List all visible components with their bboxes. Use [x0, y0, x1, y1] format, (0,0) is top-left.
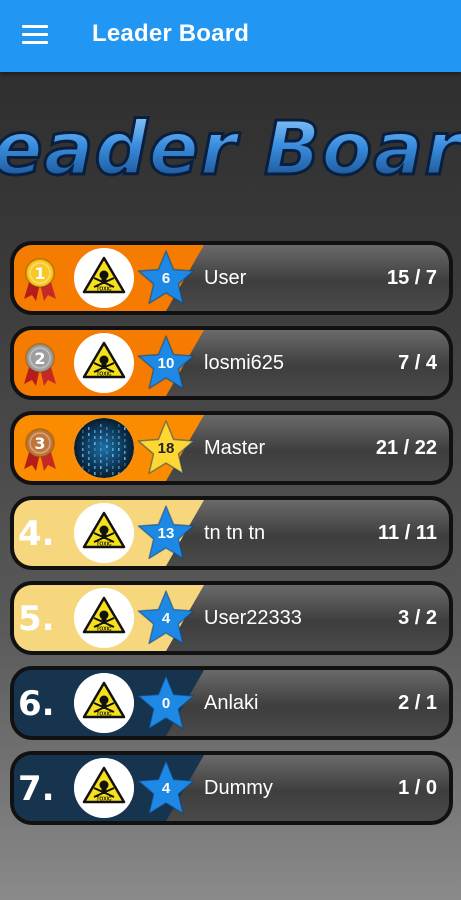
row-body: 5. TOXIC 4 User22333 3 / 2 — [14, 585, 449, 651]
row-body: 1 TOXIC 6 User 15 / 7 — [14, 245, 449, 311]
leaderboard-row[interactable]: 4. TOXIC 13 tn tn tn 11 / 11 — [10, 496, 453, 570]
player-name: User22333 — [204, 607, 302, 629]
avatar-label: TOXIC — [96, 287, 112, 293]
leaderboard-row[interactable]: 5. TOXIC 4 User22333 3 / 2 — [10, 581, 453, 655]
level-star-icon: 4 — [135, 587, 197, 649]
player-avatar[interactable] — [74, 418, 134, 478]
rank-number: 3 — [34, 434, 45, 453]
player-name: Dummy — [204, 777, 273, 799]
player-score: 15 / 7 — [386, 267, 437, 289]
row-body: 3 18 Master 21 / 22 — [14, 415, 449, 481]
avatar-label: TOXIC — [96, 627, 112, 633]
player-avatar[interactable]: TOXIC — [74, 588, 134, 648]
banner-title: Leader Board — [0, 106, 461, 192]
player-level: 10 — [157, 355, 175, 372]
avatar-label: TOXIC — [96, 797, 112, 803]
level-star-icon: 0 — [135, 672, 197, 734]
player-level: 0 — [161, 695, 171, 712]
bronze-medal-icon: 3 — [20, 423, 60, 473]
player-level: 4 — [161, 780, 171, 797]
rank-number: 4. — [18, 514, 55, 554]
level-star-icon: 13 — [135, 502, 197, 564]
player-avatar[interactable]: TOXIC — [74, 673, 134, 733]
row-body: 4. TOXIC 13 tn tn tn 11 / 11 — [14, 500, 449, 566]
avatar-label: TOXIC — [96, 712, 112, 718]
player-level: 18 — [157, 440, 175, 457]
rank-number: 6. — [18, 684, 55, 724]
level-star-icon: 6 — [135, 247, 197, 309]
page-title: Leader Board — [92, 20, 250, 47]
player-name: tn tn tn — [204, 522, 266, 544]
player-level: 6 — [161, 270, 171, 287]
player-level: 13 — [157, 525, 175, 542]
row-body: 7. TOXIC 4 Dummy 1 / 0 — [14, 755, 449, 821]
rank-number: 2 — [34, 349, 45, 368]
leaderboard-row[interactable]: 1 TOXIC 6 User 15 / 7 — [10, 241, 453, 315]
player-name: losmi625 — [204, 352, 285, 374]
player-name: User — [204, 267, 247, 289]
player-avatar[interactable]: TOXIC — [74, 758, 134, 818]
player-level: 4 — [161, 610, 171, 627]
row-body: 2 TOXIC 10 losmi625 7 / 4 — [14, 330, 449, 396]
player-score: 2 / 1 — [398, 692, 437, 714]
player-score: 3 / 2 — [398, 607, 437, 629]
leaderboard-banner: Leader Board — [0, 96, 461, 206]
player-score: 21 / 22 — [375, 437, 437, 459]
gold-medal-icon: 1 — [20, 253, 60, 303]
avatar-label: TOXIC — [96, 372, 112, 378]
player-score: 11 / 11 — [378, 522, 437, 544]
level-star-icon: 4 — [135, 757, 197, 819]
leaderboard-row[interactable]: 3 18 Master 21 / 22 — [10, 411, 453, 485]
player-avatar[interactable]: TOXIC — [74, 248, 134, 308]
avatar-label: TOXIC — [96, 542, 112, 548]
rank-number: 7. — [18, 769, 55, 809]
leaderboard-row[interactable]: 7. TOXIC 4 Dummy 1 / 0 — [10, 751, 453, 825]
rank-number: 5. — [18, 599, 55, 639]
leaderboard-row[interactable]: 2 TOXIC 10 losmi625 7 / 4 — [10, 326, 453, 400]
player-name: Master — [204, 437, 266, 459]
leaderboard-row[interactable]: 6. TOXIC 0 Anlaki 2 / 1 — [10, 666, 453, 740]
row-body: 6. TOXIC 0 Anlaki 2 / 1 — [14, 670, 449, 736]
rank-number: 1 — [34, 264, 45, 283]
player-score: 7 / 4 — [398, 352, 437, 374]
app-bar: Leader Board — [0, 0, 461, 72]
leaderboard-list: 1 TOXIC 6 User 15 / 7 2 TOXIC 10 losmi625 7 / 4 3 1… — [10, 241, 453, 836]
player-score: 1 / 0 — [398, 777, 437, 799]
player-name: Anlaki — [204, 692, 259, 714]
hamburger-menu-icon[interactable] — [22, 25, 48, 45]
level-star-icon: 18 — [135, 417, 197, 479]
player-avatar[interactable]: TOXIC — [74, 333, 134, 393]
player-avatar[interactable]: TOXIC — [74, 503, 134, 563]
level-star-icon: 10 — [135, 332, 197, 394]
silver-medal-icon: 2 — [20, 338, 60, 388]
